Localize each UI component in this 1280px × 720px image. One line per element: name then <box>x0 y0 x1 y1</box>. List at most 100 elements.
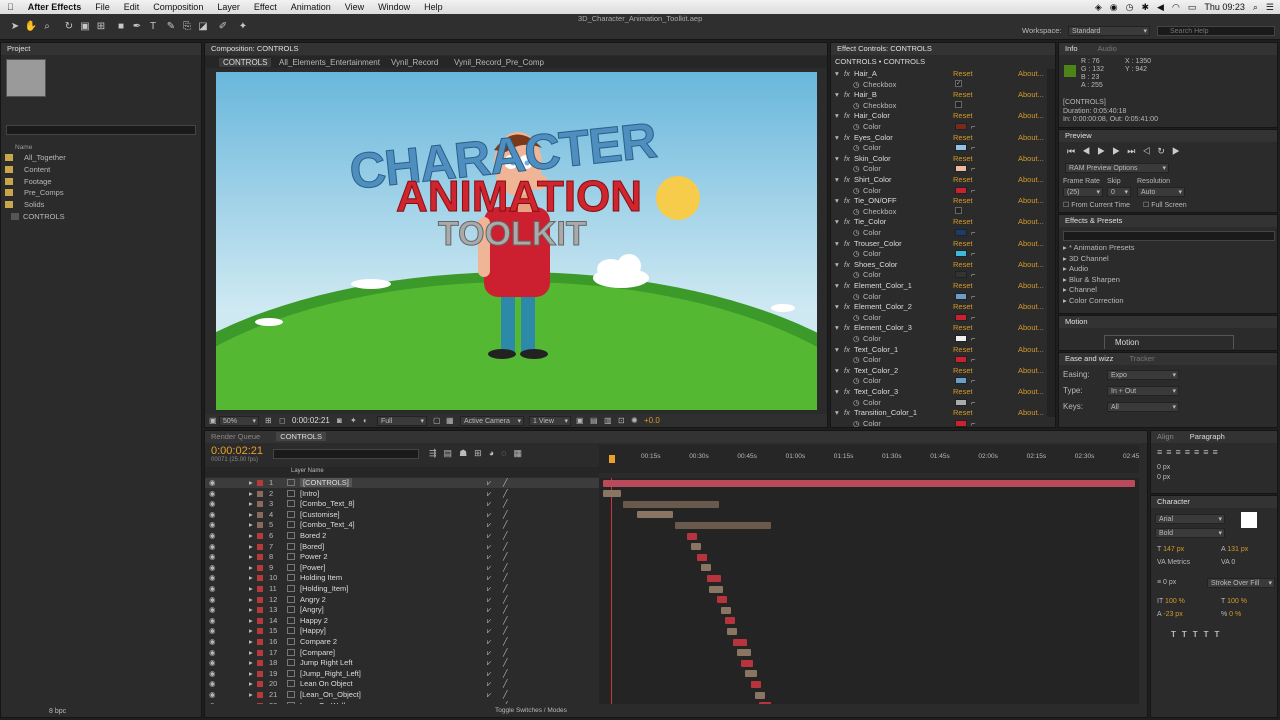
expand-triangle-icon[interactable]: ▾ <box>835 175 839 184</box>
fx-icon[interactable]: fx <box>844 345 850 354</box>
shy-switch-icon[interactable]: ⩗ <box>487 637 491 647</box>
mask-visibility-icon[interactable]: ◻ <box>279 416 286 425</box>
color-swatch[interactable] <box>955 419 967 427</box>
zoom-tool-icon[interactable]: ⌕ <box>40 20 54 34</box>
next-frame-icon[interactable]: ▶ <box>1112 146 1127 156</box>
layer-row[interactable]: ◉ ▸ 10 Holding Item ⩗ ╱ <box>205 573 599 583</box>
motion-blur-icon[interactable]: ◕ <box>489 448 501 458</box>
view-layout-select[interactable]: 1 View <box>529 416 571 426</box>
layer-duration-bar[interactable] <box>745 670 757 678</box>
visibility-eye-icon[interactable]: ◉ <box>209 584 216 593</box>
expand-layer-icon[interactable]: ▸ <box>249 701 253 704</box>
timeline-icon[interactable]: ▥ <box>604 416 612 425</box>
disclosure-triangle-icon[interactable]: ▸ <box>1063 264 1067 273</box>
dropbox-icon[interactable]: ◈ <box>1095 2 1102 13</box>
shy-switch-icon[interactable]: ⩗ <box>487 573 491 583</box>
checkbox[interactable] <box>955 100 962 108</box>
label-color-swatch[interactable] <box>257 554 263 561</box>
label-color-swatch[interactable] <box>257 490 263 497</box>
layer-name[interactable]: [Bored] <box>300 542 324 551</box>
color-swatch[interactable] <box>955 356 967 364</box>
shy-switch-icon[interactable]: ⩗ <box>487 669 491 679</box>
expand-layer-icon[interactable]: ▸ <box>249 690 253 699</box>
expand-triangle-icon[interactable]: ▾ <box>835 154 839 163</box>
shy-switch-icon[interactable]: ⩗ <box>487 584 491 594</box>
label-color-swatch[interactable] <box>257 628 263 635</box>
info-tab[interactable]: Info <box>1065 44 1078 53</box>
camera-select[interactable]: Active Camera <box>460 416 524 426</box>
hand-tool-icon[interactable]: ✋ <box>24 20 38 34</box>
disclosure-triangle-icon[interactable]: ▸ <box>1063 243 1067 252</box>
eyedropper-icon[interactable]: ⌐ <box>971 292 975 301</box>
shy-switch-icon[interactable]: ⩗ <box>487 679 491 689</box>
effect-about-link[interactable]: About... <box>1018 387 1044 396</box>
expand-triangle-icon[interactable]: ▾ <box>835 366 839 375</box>
effect-reset-link[interactable]: Reset <box>953 217 973 226</box>
quality-switch-icon[interactable]: ╱ <box>503 679 508 688</box>
time-ruler[interactable]: 00:15s 00:30s 00:45s 01:00s 01:15s 01:30s 01:4… <box>599 445 1139 473</box>
color-swatch[interactable] <box>955 334 967 342</box>
snapshot-icon[interactable]: ◙ <box>337 416 342 425</box>
visibility-eye-icon[interactable]: ◉ <box>209 499 216 508</box>
color-swatch[interactable] <box>955 228 967 236</box>
layer-duration-bar[interactable] <box>707 574 721 582</box>
layer-row[interactable]: ◉ ▸ 1 [CONTROLS] ⩗ ╱ <box>205 478 599 488</box>
tracking-field[interactable]: VA 0 <box>1221 559 1235 566</box>
layer-row[interactable]: ◉ ▸ 14 Happy 2 ⩗ ╱ <box>205 616 599 626</box>
layer-row[interactable]: ◉ ▸ 12 Angry 2 ⩗ ╱ <box>205 595 599 605</box>
eyedropper-icon[interactable]: ⌐ <box>971 313 975 322</box>
font-family-select[interactable]: Arial <box>1155 514 1225 524</box>
eyedropper-icon[interactable]: ⌐ <box>971 376 975 385</box>
label-color-swatch[interactable] <box>257 564 263 571</box>
effect-about-link[interactable]: About... <box>1018 302 1044 311</box>
preview-tab[interactable]: Preview <box>1059 130 1277 142</box>
layer-duration-bar[interactable] <box>741 659 753 667</box>
space-before[interactable]: 0 px <box>1157 473 1170 483</box>
stopwatch-icon[interactable]: ◷ <box>853 249 860 258</box>
fx-icon[interactable]: fx <box>844 408 850 417</box>
ease-wizz-tab[interactable]: Ease and wizz <box>1065 354 1113 363</box>
fx-icon[interactable]: fx <box>844 217 850 226</box>
stopwatch-icon[interactable]: ◷ <box>853 376 860 385</box>
label-color-swatch[interactable] <box>257 649 263 656</box>
effects-scrollbar[interactable] <box>1047 69 1055 417</box>
fast-previews-icon[interactable]: ▤ <box>590 416 598 425</box>
label-color-swatch[interactable] <box>257 692 263 698</box>
expand-layer-icon[interactable]: ▸ <box>249 679 253 688</box>
color-swatch[interactable] <box>955 250 967 258</box>
layer-name[interactable]: [Customise] <box>300 510 340 519</box>
shy-switch-icon[interactable]: ⩗ <box>487 489 491 499</box>
frame-rate-select[interactable]: (25) <box>1063 187 1103 197</box>
layer-duration-bar[interactable] <box>691 543 701 551</box>
expand-layer-icon[interactable]: ▸ <box>249 499 253 508</box>
rotate-tool-icon[interactable]: ↻ <box>62 20 76 34</box>
layer-duration-bar[interactable] <box>675 521 771 529</box>
fx-icon[interactable]: fx <box>844 260 850 269</box>
shy-switch-icon[interactable]: ⩗ <box>487 658 491 668</box>
effect-about-link[interactable]: About... <box>1018 196 1044 205</box>
label-color-swatch[interactable] <box>257 660 263 667</box>
easing-select[interactable]: Expo <box>1107 370 1179 380</box>
shy-switch-icon[interactable]: ⩗ <box>487 595 491 605</box>
apple-icon[interactable]:  <box>0 2 21 12</box>
effect-about-link[interactable]: About... <box>1018 260 1044 269</box>
horizontal-scale-field[interactable]: T 100 % <box>1221 598 1247 605</box>
align-tab[interactable]: Align <box>1157 432 1174 441</box>
shy-switch-icon[interactable]: ⩗ <box>487 563 491 573</box>
stopwatch-icon[interactable]: ◷ <box>853 355 860 364</box>
color-swatch[interactable] <box>955 313 967 321</box>
quality-switch-icon[interactable]: ╱ <box>503 658 508 667</box>
exposure-value[interactable]: +0.0 <box>644 416 660 425</box>
expand-layer-icon[interactable]: ▸ <box>249 584 253 593</box>
ram-preview-icon[interactable]: ▶ <box>1172 146 1187 156</box>
expand-triangle-icon[interactable]: ▾ <box>835 302 839 311</box>
layer-row[interactable]: ◉ ▸ 20 Lean On Object ⩗ ╱ <box>205 679 599 689</box>
visibility-eye-icon[interactable]: ◉ <box>209 489 216 498</box>
label-color-swatch[interactable] <box>257 480 263 486</box>
expand-layer-icon[interactable]: ▸ <box>249 637 253 646</box>
effect-about-link[interactable]: About... <box>1018 217 1044 226</box>
visibility-eye-icon[interactable]: ◉ <box>209 637 216 646</box>
label-color-swatch[interactable] <box>257 511 263 518</box>
effect-reset-link[interactable]: Reset <box>953 408 973 417</box>
tracker-tab[interactable]: Tracker <box>1129 354 1154 363</box>
